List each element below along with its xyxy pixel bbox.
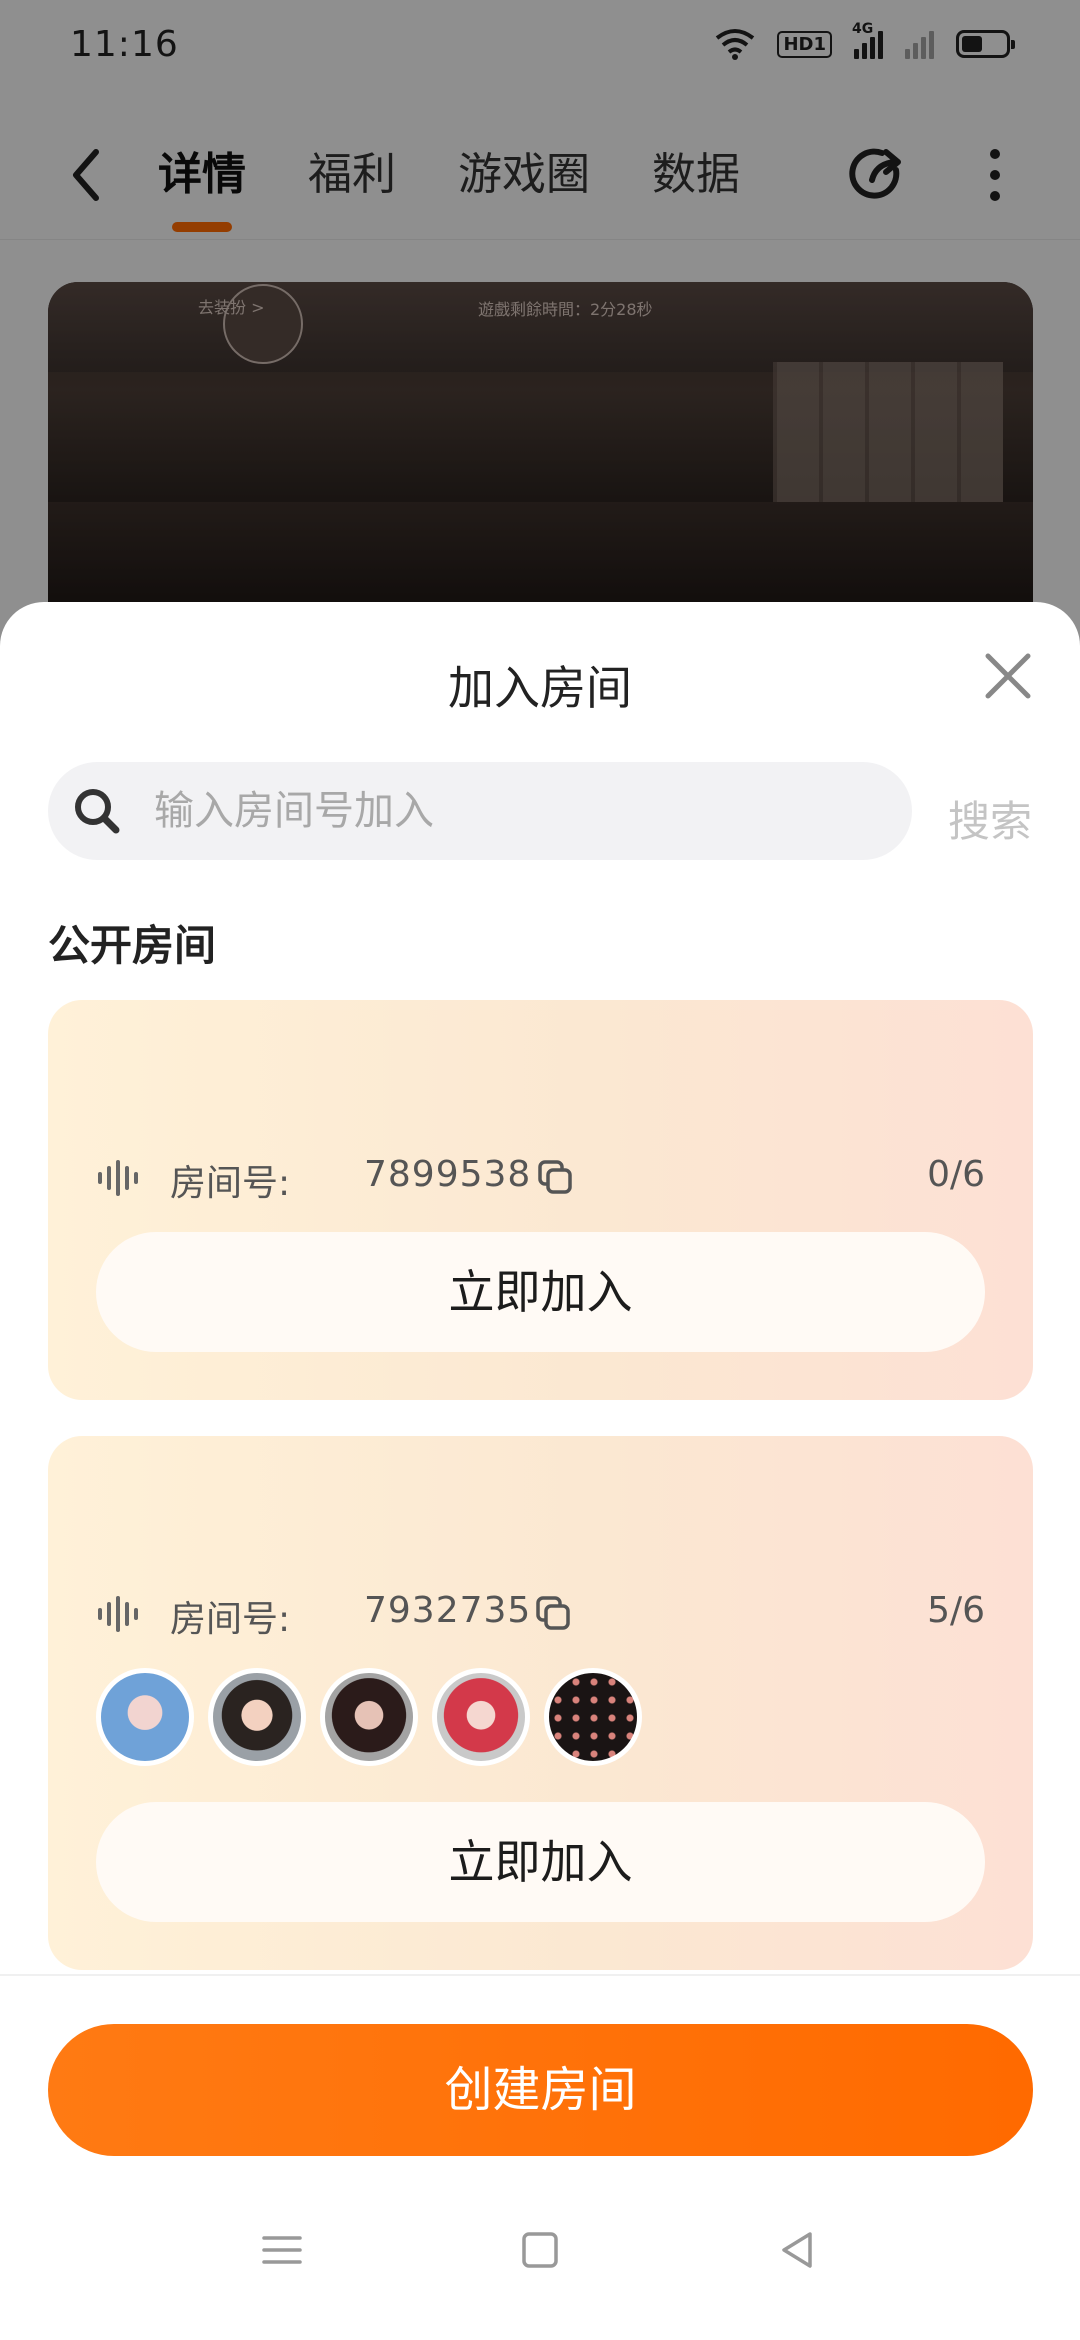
room-number-value: 7932735 [364, 1590, 532, 1631]
sheet-divider [0, 1974, 1080, 1976]
join-now-button[interactable]: 立即加入 [96, 1802, 985, 1922]
room-number-label: 房间号: [170, 1163, 291, 1204]
public-rooms-heading: 公开房间 [48, 921, 217, 970]
room-number-input[interactable] [154, 776, 884, 846]
join-room-sheet: 加入房间 搜索 公开房间 房间号: 7899538 0 [0, 602, 1080, 2340]
room-card: 房间号: 7932735 5/6 立即加入 [48, 1436, 1033, 1970]
room-info-row: 房间号: 7932735 5/6 [96, 1586, 985, 1642]
menu-icon[interactable] [252, 2220, 312, 2280]
copy-icon[interactable] [536, 1158, 576, 1198]
copy-icon[interactable] [534, 1594, 574, 1634]
search-button[interactable]: 搜索 [948, 788, 1032, 849]
voice-wave-icon [98, 1160, 138, 1196]
search-box [48, 762, 912, 860]
back-triangle-icon[interactable] [768, 2220, 828, 2280]
member-avatar-polka-dot[interactable] [544, 1668, 642, 1766]
member-avatar-red-hair[interactable] [432, 1668, 530, 1766]
close-icon[interactable] [980, 648, 1036, 704]
search-icon [75, 789, 120, 834]
member-avatar-brown-hair[interactable] [208, 1668, 306, 1766]
room-occupancy: 5/6 [927, 1590, 985, 1631]
room-number-label: 房间号: [170, 1599, 291, 1640]
voice-wave-icon [98, 1596, 138, 1632]
system-nav-bar [0, 2220, 1080, 2320]
member-avatar-glasses[interactable] [320, 1668, 418, 1766]
room-number-value: 7899538 [364, 1154, 532, 1195]
room-member-avatars [96, 1668, 642, 1766]
join-now-button[interactable]: 立即加入 [96, 1232, 985, 1352]
room-card: 房间号: 7899538 0/6 立即加入 [48, 1000, 1033, 1400]
sheet-title: 加入房间 [448, 661, 632, 715]
home-icon[interactable] [510, 2220, 570, 2280]
create-room-button[interactable]: 创建房间 [48, 2024, 1033, 2156]
room-info-row: 房间号: 7899538 0/6 [96, 1150, 985, 1206]
room-occupancy: 0/6 [927, 1154, 985, 1195]
member-avatar-blue-hair[interactable] [96, 1668, 194, 1766]
